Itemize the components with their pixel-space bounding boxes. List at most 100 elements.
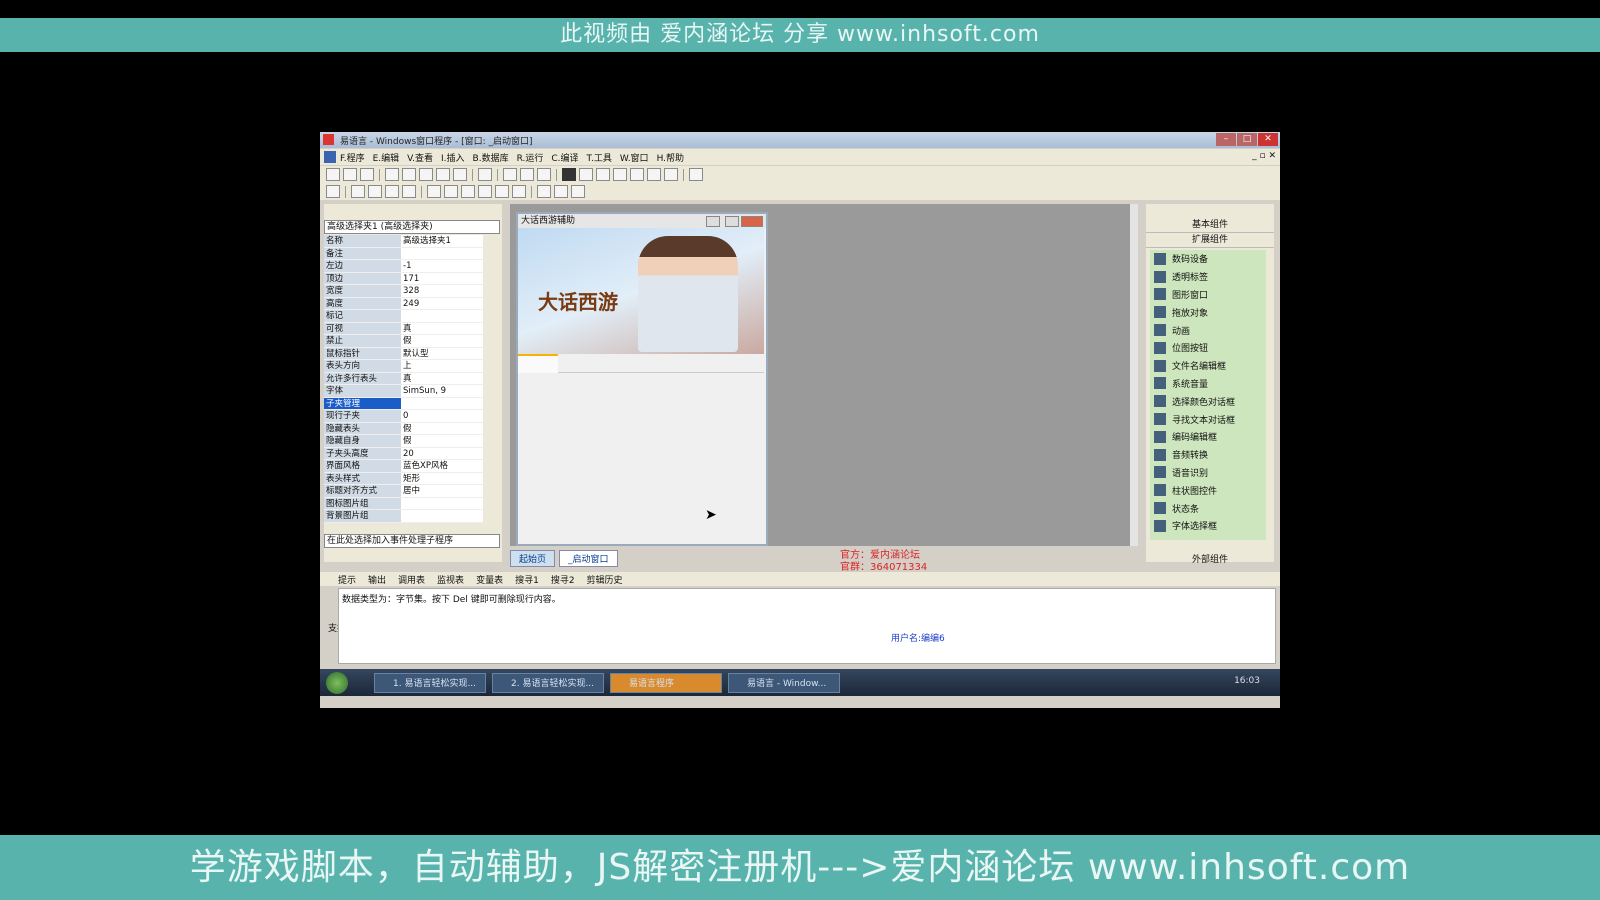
form-maximize-button[interactable] bbox=[725, 216, 739, 227]
property-row[interactable]: 禁止假 bbox=[324, 335, 502, 348]
list-item[interactable]: 编码编辑框 bbox=[1150, 428, 1266, 446]
component-selector[interactable]: 高级选择夹1 (高级选择夹) bbox=[324, 220, 500, 234]
save-icon[interactable] bbox=[360, 168, 374, 181]
tab-extended-components[interactable]: 扩展组件 bbox=[1146, 233, 1274, 248]
menu-program[interactable]: F.程序 bbox=[340, 151, 365, 164]
list-item[interactable]: 位图按钮 bbox=[1150, 339, 1266, 357]
menu-insert[interactable]: I.插入 bbox=[441, 151, 465, 164]
order-icon[interactable] bbox=[554, 185, 568, 198]
menu-window[interactable]: W.窗口 bbox=[620, 151, 649, 164]
align-right-icon[interactable] bbox=[368, 185, 382, 198]
property-row[interactable]: 字体 SimSun, 9 bbox=[324, 385, 502, 398]
property-row[interactable]: 隐藏表头假 bbox=[324, 422, 502, 435]
list-item[interactable]: 文件名编辑框 bbox=[1150, 357, 1266, 375]
taskbar-item[interactable]: 易语言 - Window... bbox=[728, 672, 840, 693]
center-icon[interactable] bbox=[427, 185, 441, 198]
copy-icon[interactable] bbox=[402, 168, 416, 181]
menu-edit[interactable]: E.编辑 bbox=[373, 151, 400, 164]
minimize-button[interactable]: – bbox=[1216, 133, 1236, 146]
tab-header[interactable] bbox=[518, 354, 558, 373]
order-icon[interactable] bbox=[537, 185, 551, 198]
center-icon[interactable] bbox=[444, 185, 458, 198]
property-row[interactable]: 界面风格 蓝色XP风格 bbox=[324, 460, 502, 473]
size-icon[interactable] bbox=[461, 185, 475, 198]
menu-view[interactable]: V.查看 bbox=[407, 151, 433, 164]
taskbar-item[interactable]: 2. 易语言轻松实现... bbox=[492, 672, 604, 693]
list-item[interactable]: 柱状图控件 bbox=[1150, 481, 1266, 499]
property-row-selected[interactable]: 子夹管理 bbox=[324, 397, 502, 410]
output-pane[interactable]: 数据类型为：字节集。按下 Del 键即可删除现行内容。 用户名:编编6 bbox=[338, 588, 1276, 664]
spacing-icon[interactable] bbox=[512, 185, 526, 198]
tab-watch[interactable]: 监视表 bbox=[437, 573, 464, 586]
layout-icon[interactable] bbox=[520, 168, 534, 181]
tab-external-components[interactable]: 外部组件 bbox=[1146, 552, 1274, 565]
property-row[interactable]: 隐藏自身假 bbox=[324, 435, 502, 448]
designed-form[interactable]: 大话西游辅助 大话西游 bbox=[516, 212, 768, 546]
property-row[interactable]: 允许多行表头真 bbox=[324, 372, 502, 385]
tab-search2[interactable]: 搜寻2 bbox=[551, 573, 575, 586]
list-item[interactable]: 动画 bbox=[1150, 321, 1266, 339]
list-item[interactable]: 图形窗口 bbox=[1150, 286, 1266, 304]
paste-icon[interactable] bbox=[419, 168, 433, 181]
property-row[interactable]: 宽度 328 bbox=[324, 285, 502, 298]
open-folder-icon[interactable] bbox=[343, 168, 357, 181]
mdi-controls[interactable]: _ ▫ ✕ bbox=[1252, 151, 1276, 161]
tab-variables[interactable]: 变量表 bbox=[476, 573, 503, 586]
close-button[interactable]: ✕ bbox=[1258, 133, 1278, 146]
step-icon[interactable] bbox=[596, 168, 610, 181]
list-item[interactable]: 数码设备 bbox=[1150, 250, 1266, 268]
tab-call-stack[interactable]: 调用表 bbox=[398, 573, 425, 586]
cut-icon[interactable] bbox=[385, 168, 399, 181]
align-bottom-icon[interactable] bbox=[402, 185, 416, 198]
stop-icon[interactable] bbox=[579, 168, 593, 181]
menu-compile[interactable]: C.编译 bbox=[551, 151, 578, 164]
property-row[interactable]: 高度 249 bbox=[324, 297, 502, 310]
list-item[interactable]: 透明标签 bbox=[1150, 268, 1266, 286]
property-row[interactable]: 表头样式 矩形 bbox=[324, 472, 502, 485]
layout-icon[interactable] bbox=[537, 168, 551, 181]
size-icon[interactable] bbox=[478, 185, 492, 198]
maximize-button[interactable]: □ bbox=[1237, 133, 1257, 146]
property-row[interactable]: 可视真 bbox=[324, 322, 502, 335]
list-item[interactable]: 拖放对象 bbox=[1150, 303, 1266, 321]
step-icon[interactable] bbox=[630, 168, 644, 181]
spacing-icon[interactable] bbox=[495, 185, 509, 198]
undo-icon[interactable] bbox=[453, 168, 467, 181]
property-row[interactable]: 标题对齐方式 居中 bbox=[324, 485, 502, 498]
menu-database[interactable]: B.数据库 bbox=[473, 151, 509, 164]
property-row[interactable]: 鼠标指针 默认型 bbox=[324, 347, 502, 360]
property-row[interactable]: 现行子夹 0 bbox=[324, 410, 502, 423]
step-icon[interactable] bbox=[613, 168, 627, 181]
start-button[interactable] bbox=[326, 671, 348, 694]
list-item[interactable]: 音频转换 bbox=[1150, 446, 1266, 464]
property-row[interactable]: 表头方向上 bbox=[324, 360, 502, 373]
property-row[interactable]: 子夹头高度 20 bbox=[324, 447, 502, 460]
property-row[interactable]: 备注 bbox=[324, 247, 502, 260]
menu-help[interactable]: H.帮助 bbox=[657, 151, 684, 164]
tab-start-page[interactable]: 起始页 bbox=[510, 550, 556, 567]
list-item[interactable]: 状态条 bbox=[1150, 499, 1266, 517]
align-left-icon[interactable] bbox=[351, 185, 365, 198]
help-icon[interactable] bbox=[689, 168, 703, 181]
taskbar-item[interactable]: 1. 易语言轻松实现... bbox=[374, 672, 486, 693]
tab-output[interactable]: 输出 bbox=[368, 573, 386, 586]
list-item[interactable]: 寻找文本对话框 bbox=[1150, 410, 1266, 428]
tab-startup-window[interactable]: _启动窗口 bbox=[559, 550, 618, 567]
list-item[interactable]: 字体选择框 bbox=[1150, 517, 1266, 535]
property-row[interactable]: 左边 -1 bbox=[324, 260, 502, 273]
list-item[interactable]: 选择颜色对话框 bbox=[1150, 392, 1266, 410]
property-row[interactable]: 标记 bbox=[324, 310, 502, 323]
find-icon[interactable] bbox=[478, 168, 492, 181]
list-item[interactable]: 语音识别 bbox=[1150, 464, 1266, 482]
breakpoint-icon[interactable] bbox=[664, 168, 678, 181]
new-file-icon[interactable] bbox=[326, 168, 340, 181]
run-icon[interactable] bbox=[562, 168, 576, 181]
design-scrollbar[interactable] bbox=[1130, 204, 1138, 546]
redo-icon[interactable] bbox=[436, 168, 450, 181]
step-icon[interactable] bbox=[647, 168, 661, 181]
align-top-icon[interactable] bbox=[385, 185, 399, 198]
menu-tools[interactable]: T.工具 bbox=[587, 151, 612, 164]
property-row[interactable]: 顶边 171 bbox=[324, 272, 502, 285]
form-minimize-button[interactable] bbox=[706, 216, 720, 227]
grid-icon[interactable] bbox=[326, 185, 340, 198]
